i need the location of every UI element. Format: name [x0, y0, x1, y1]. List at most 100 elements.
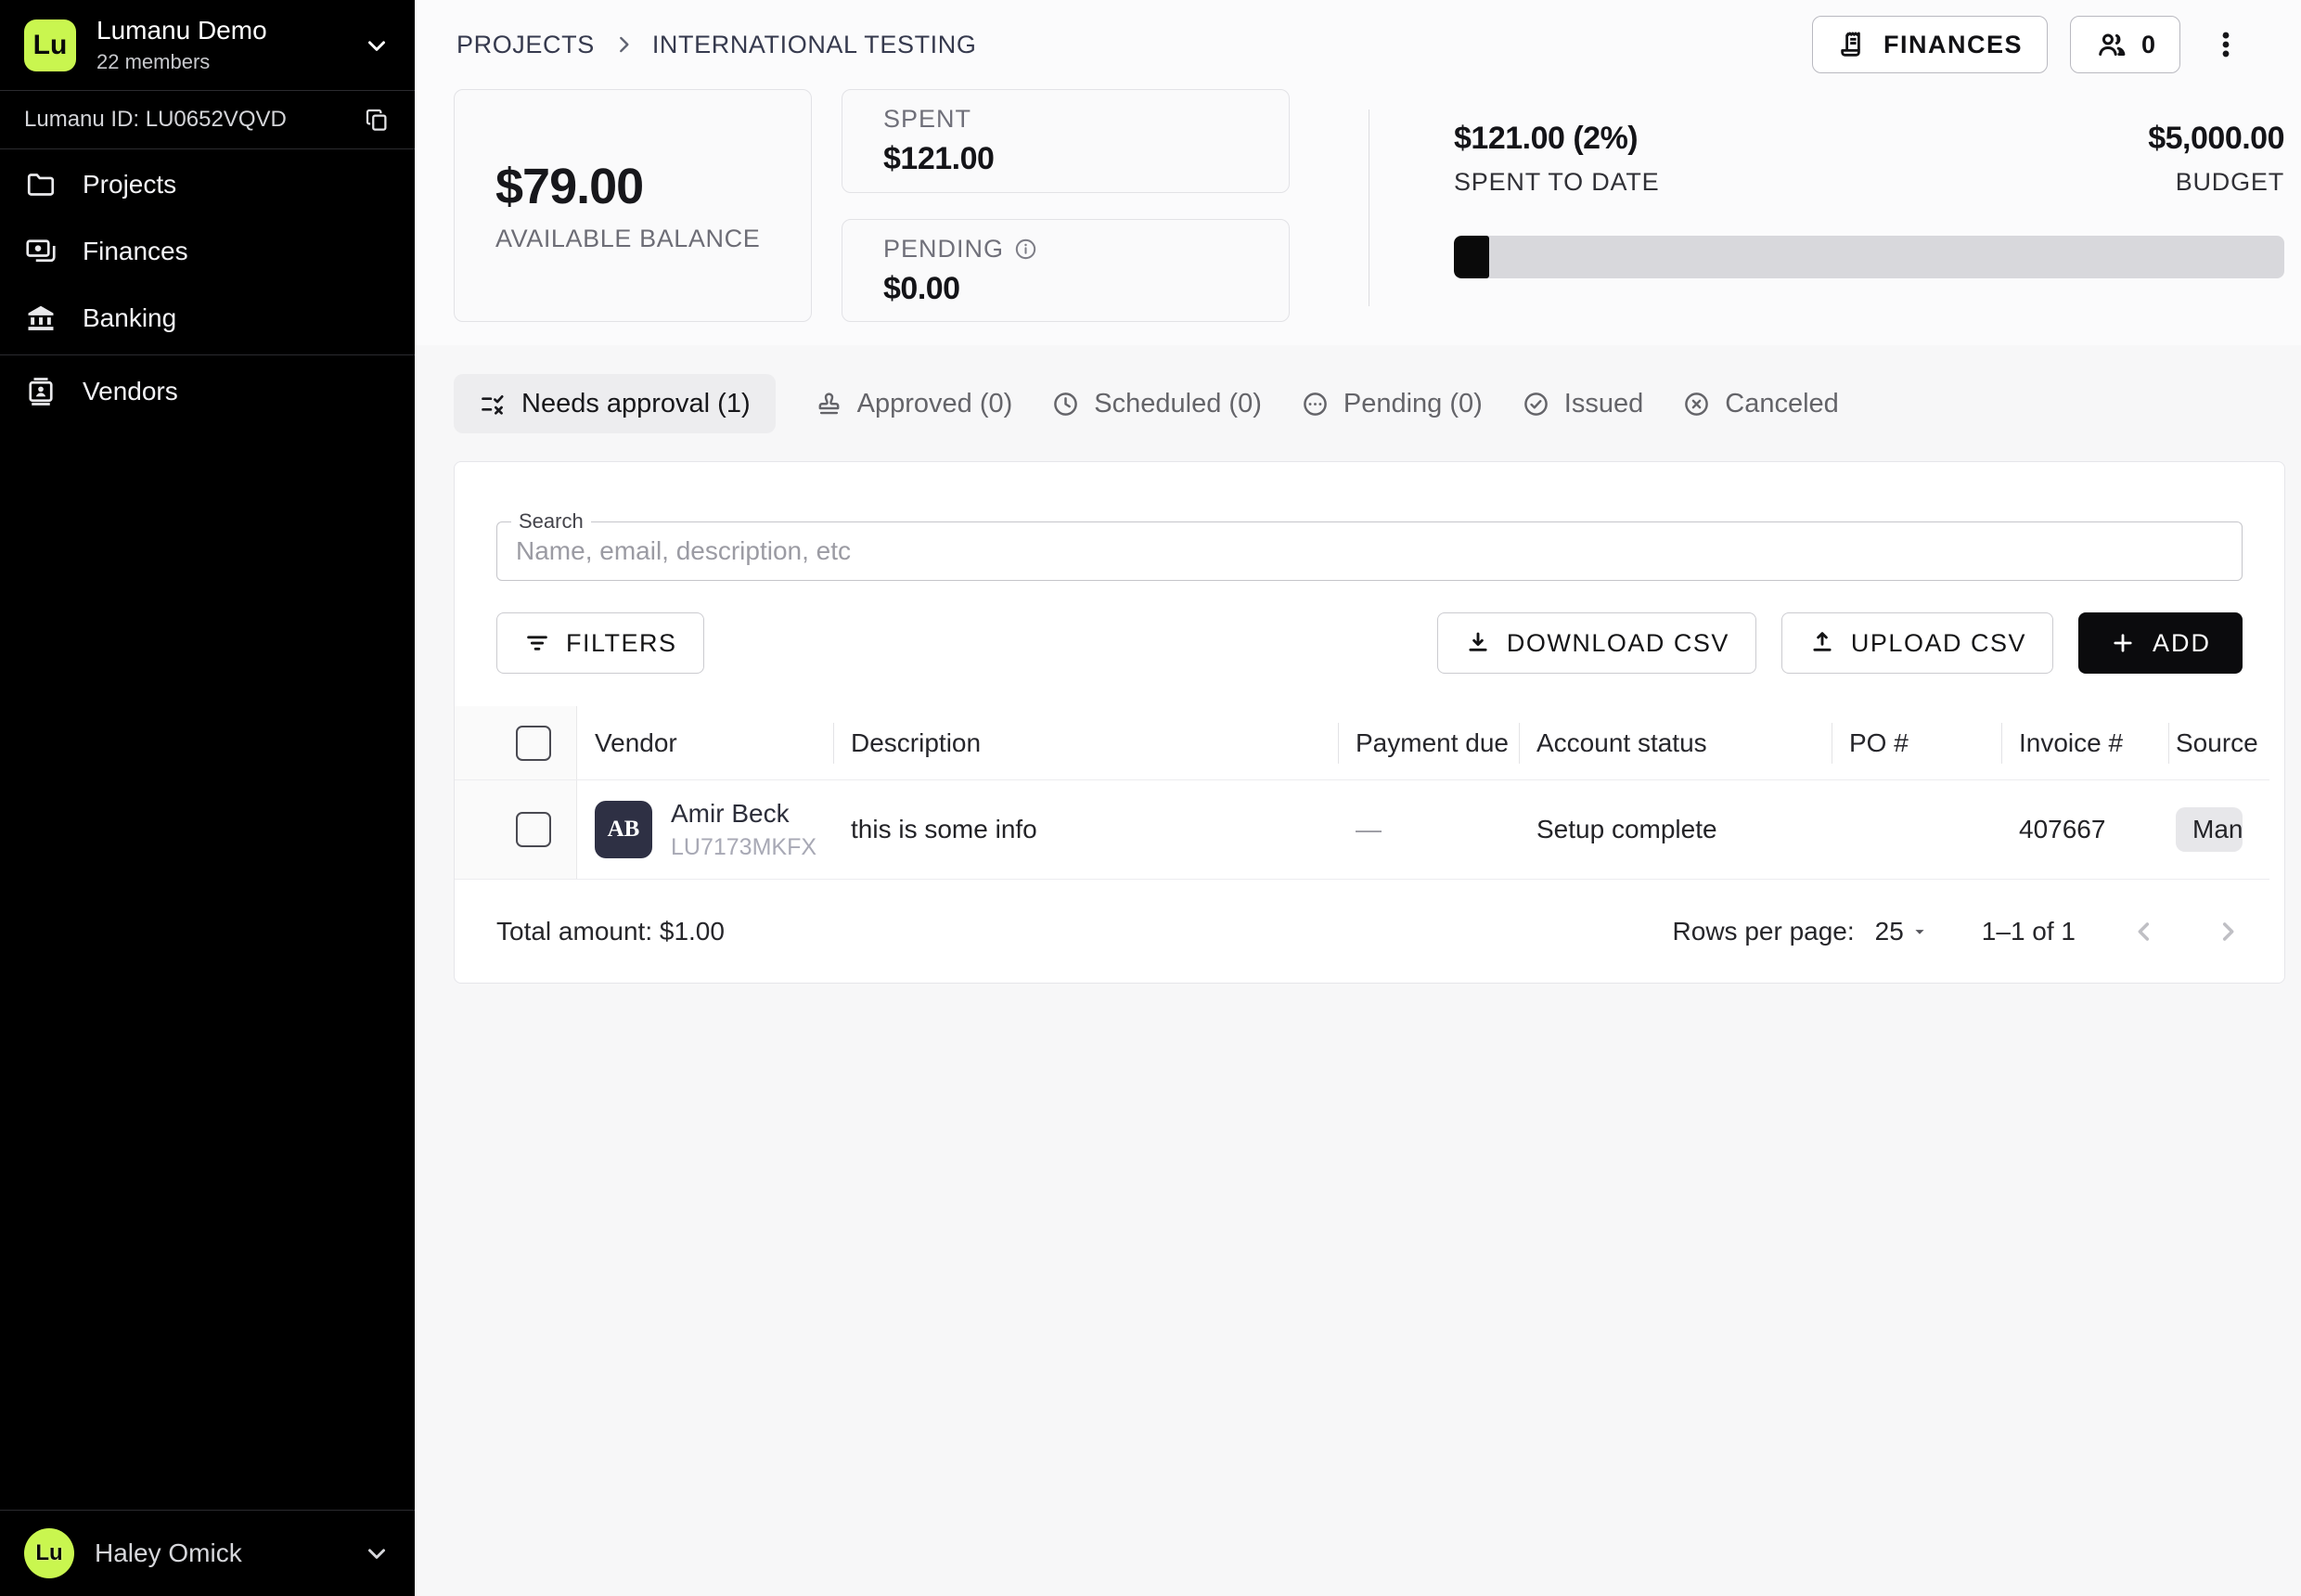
source-cell: Manual: [2168, 780, 2269, 879]
tab-needs-approval[interactable]: Needs approval (1): [454, 374, 776, 433]
kebab-menu-icon[interactable]: [2205, 21, 2247, 68]
row-checkbox[interactable]: [516, 812, 551, 847]
column-account-status[interactable]: Account status: [1519, 706, 1832, 779]
x-circle-icon: [1682, 390, 1711, 418]
source-chip: Manual: [2176, 807, 2243, 852]
tab-issued[interactable]: Issued: [1522, 374, 1643, 433]
column-invoice[interactable]: Invoice #: [2001, 706, 2168, 779]
org-switcher[interactable]: Lu Lumanu Demo 22 members: [0, 0, 415, 90]
column-vendor[interactable]: Vendor: [577, 706, 833, 779]
available-balance-label: AVAILABLE BALANCE: [495, 225, 811, 253]
budget-section: $121.00 (2%) SPENT TO DATE $5,000.00 BUD…: [1454, 89, 2284, 278]
search-input[interactable]: [497, 522, 2242, 580]
tab-approved[interactable]: Approved (0): [815, 374, 1013, 433]
banknote-icon: [24, 235, 58, 268]
column-source[interactable]: Source: [2168, 706, 2269, 779]
sidebar-item-finances[interactable]: Finances: [0, 218, 415, 285]
select-all-checkbox[interactable]: [516, 726, 551, 761]
nav-divider: [0, 354, 415, 355]
info-icon[interactable]: [1013, 237, 1038, 262]
tab-label: Issued: [1564, 389, 1643, 419]
pagination: Rows per page: 25 1–1 of 1: [1673, 917, 2243, 946]
spent-card: SPENT $121.00: [842, 89, 1290, 193]
pending-label: PENDING: [883, 235, 1289, 264]
filter-icon: [523, 629, 551, 657]
column-payment-due[interactable]: Payment due: [1338, 706, 1519, 779]
chevron-right-icon: [611, 32, 636, 57]
breadcrumb-current: INTERNATIONAL TESTING: [652, 31, 977, 59]
project-header: PROJECTS INTERNATIONAL TESTING FINANCES: [415, 0, 2301, 345]
receipt-icon: [1837, 29, 1869, 60]
finances-button-label: FINANCES: [1883, 31, 2023, 59]
people-icon: [2095, 28, 2128, 61]
search-field: Search: [496, 521, 2243, 581]
pending-label-text: PENDING: [883, 235, 1004, 264]
payment-due-cell: —: [1338, 780, 1519, 879]
sidebar-item-projects[interactable]: Projects: [0, 151, 415, 218]
tab-pending[interactable]: Pending (0): [1301, 374, 1483, 433]
budget-progress-fill: [1454, 236, 1489, 278]
budget-total: $5,000.00 BUDGET: [2148, 121, 2284, 197]
sidebar: Lu Lumanu Demo 22 members Lumanu ID: LU0…: [0, 0, 415, 1596]
sidebar-item-vendors[interactable]: Vendors: [0, 358, 415, 425]
invoice-cell: 407667: [2001, 780, 2168, 879]
vendor-name: Amir Beck: [671, 799, 816, 829]
pending-card: PENDING $0.00: [842, 219, 1290, 322]
clock-icon: [1051, 390, 1080, 418]
pagination-range: 1–1 of 1: [1982, 917, 2076, 946]
table-toolbar: FILTERS DOWNLOAD CSV UPLOAD CSV: [496, 612, 2243, 674]
budget-label: BUDGET: [2148, 168, 2284, 197]
org-meta: Lumanu Demo 22 members: [96, 16, 267, 74]
add-button-label: ADD: [2153, 629, 2211, 658]
vendor-badge-icon: [24, 375, 58, 408]
rows-per-page-select[interactable]: 25: [1875, 917, 1930, 946]
column-description[interactable]: Description: [833, 706, 1338, 779]
spend-cards: SPENT $121.00 PENDING $0.00: [842, 89, 1290, 322]
download-csv-button[interactable]: DOWNLOAD CSV: [1437, 612, 1756, 674]
spent-to-date-amount: $121.00 (2%): [1454, 121, 1659, 157]
org-id-label: Lumanu ID: LU0652VQVD: [24, 107, 287, 133]
table-footer: Total amount: $1.00 Rows per page: 25 1–…: [455, 880, 2284, 984]
breadcrumb: PROJECTS INTERNATIONAL TESTING: [456, 31, 976, 59]
rows-per-page-value: 25: [1875, 917, 1904, 946]
sidebar-item-banking[interactable]: Banking: [0, 285, 415, 352]
vendor-id: LU7173MKFX: [671, 834, 816, 861]
status-tabs: Needs approval (1) Approved (0) Schedule…: [454, 374, 2301, 433]
main-content: PROJECTS INTERNATIONAL TESTING FINANCES: [415, 0, 2301, 1596]
vendor-avatar: AB: [595, 801, 652, 858]
copy-icon[interactable]: [363, 106, 391, 134]
table-row[interactable]: AB Amir Beck LU7173MKFX this is some inf…: [455, 780, 2269, 880]
column-po[interactable]: PO #: [1832, 706, 2001, 779]
org-name: Lumanu Demo: [96, 16, 267, 45]
spent-amount: $121.00: [883, 141, 1289, 177]
next-page-button[interactable]: [2213, 917, 2243, 946]
previous-page-button[interactable]: [2129, 917, 2159, 946]
check-circle-icon: [1522, 390, 1550, 418]
caret-down-icon: [1909, 921, 1930, 942]
chevron-down-icon[interactable]: [363, 32, 391, 59]
tab-scheduled[interactable]: Scheduled (0): [1051, 374, 1262, 433]
filters-button[interactable]: FILTERS: [496, 612, 704, 674]
sidebar-item-label: Finances: [83, 237, 188, 266]
add-button[interactable]: ADD: [2078, 612, 2243, 674]
chevron-down-icon[interactable]: [363, 1539, 391, 1567]
breadcrumb-projects[interactable]: PROJECTS: [456, 31, 595, 59]
org-logo: Lu: [24, 19, 76, 71]
finances-button[interactable]: FINANCES: [1812, 16, 2048, 73]
org-members-count: 22 members: [96, 50, 267, 74]
pending-ellipsis-icon: [1301, 390, 1330, 418]
budget-progress-bar: [1454, 236, 2284, 278]
table-header: Vendor Description Payment due Account s…: [455, 706, 2269, 780]
members-button[interactable]: 0: [2070, 16, 2180, 73]
pending-amount: $0.00: [883, 271, 1289, 307]
upload-csv-label: UPLOAD CSV: [1851, 629, 2026, 658]
user-menu[interactable]: Lu Haley Omick: [0, 1510, 415, 1596]
upload-csv-button[interactable]: UPLOAD CSV: [1781, 612, 2053, 674]
sidebar-item-label: Banking: [83, 303, 176, 333]
tab-label: Approved (0): [857, 389, 1013, 419]
tab-label: Needs approval (1): [521, 389, 751, 419]
user-name: Haley Omick: [95, 1538, 242, 1568]
vendor-cell: AB Amir Beck LU7173MKFX: [577, 780, 833, 879]
tab-canceled[interactable]: Canceled: [1682, 374, 1839, 433]
payments-panel: Search FILTERS DOWNLOAD CSV: [454, 461, 2285, 984]
